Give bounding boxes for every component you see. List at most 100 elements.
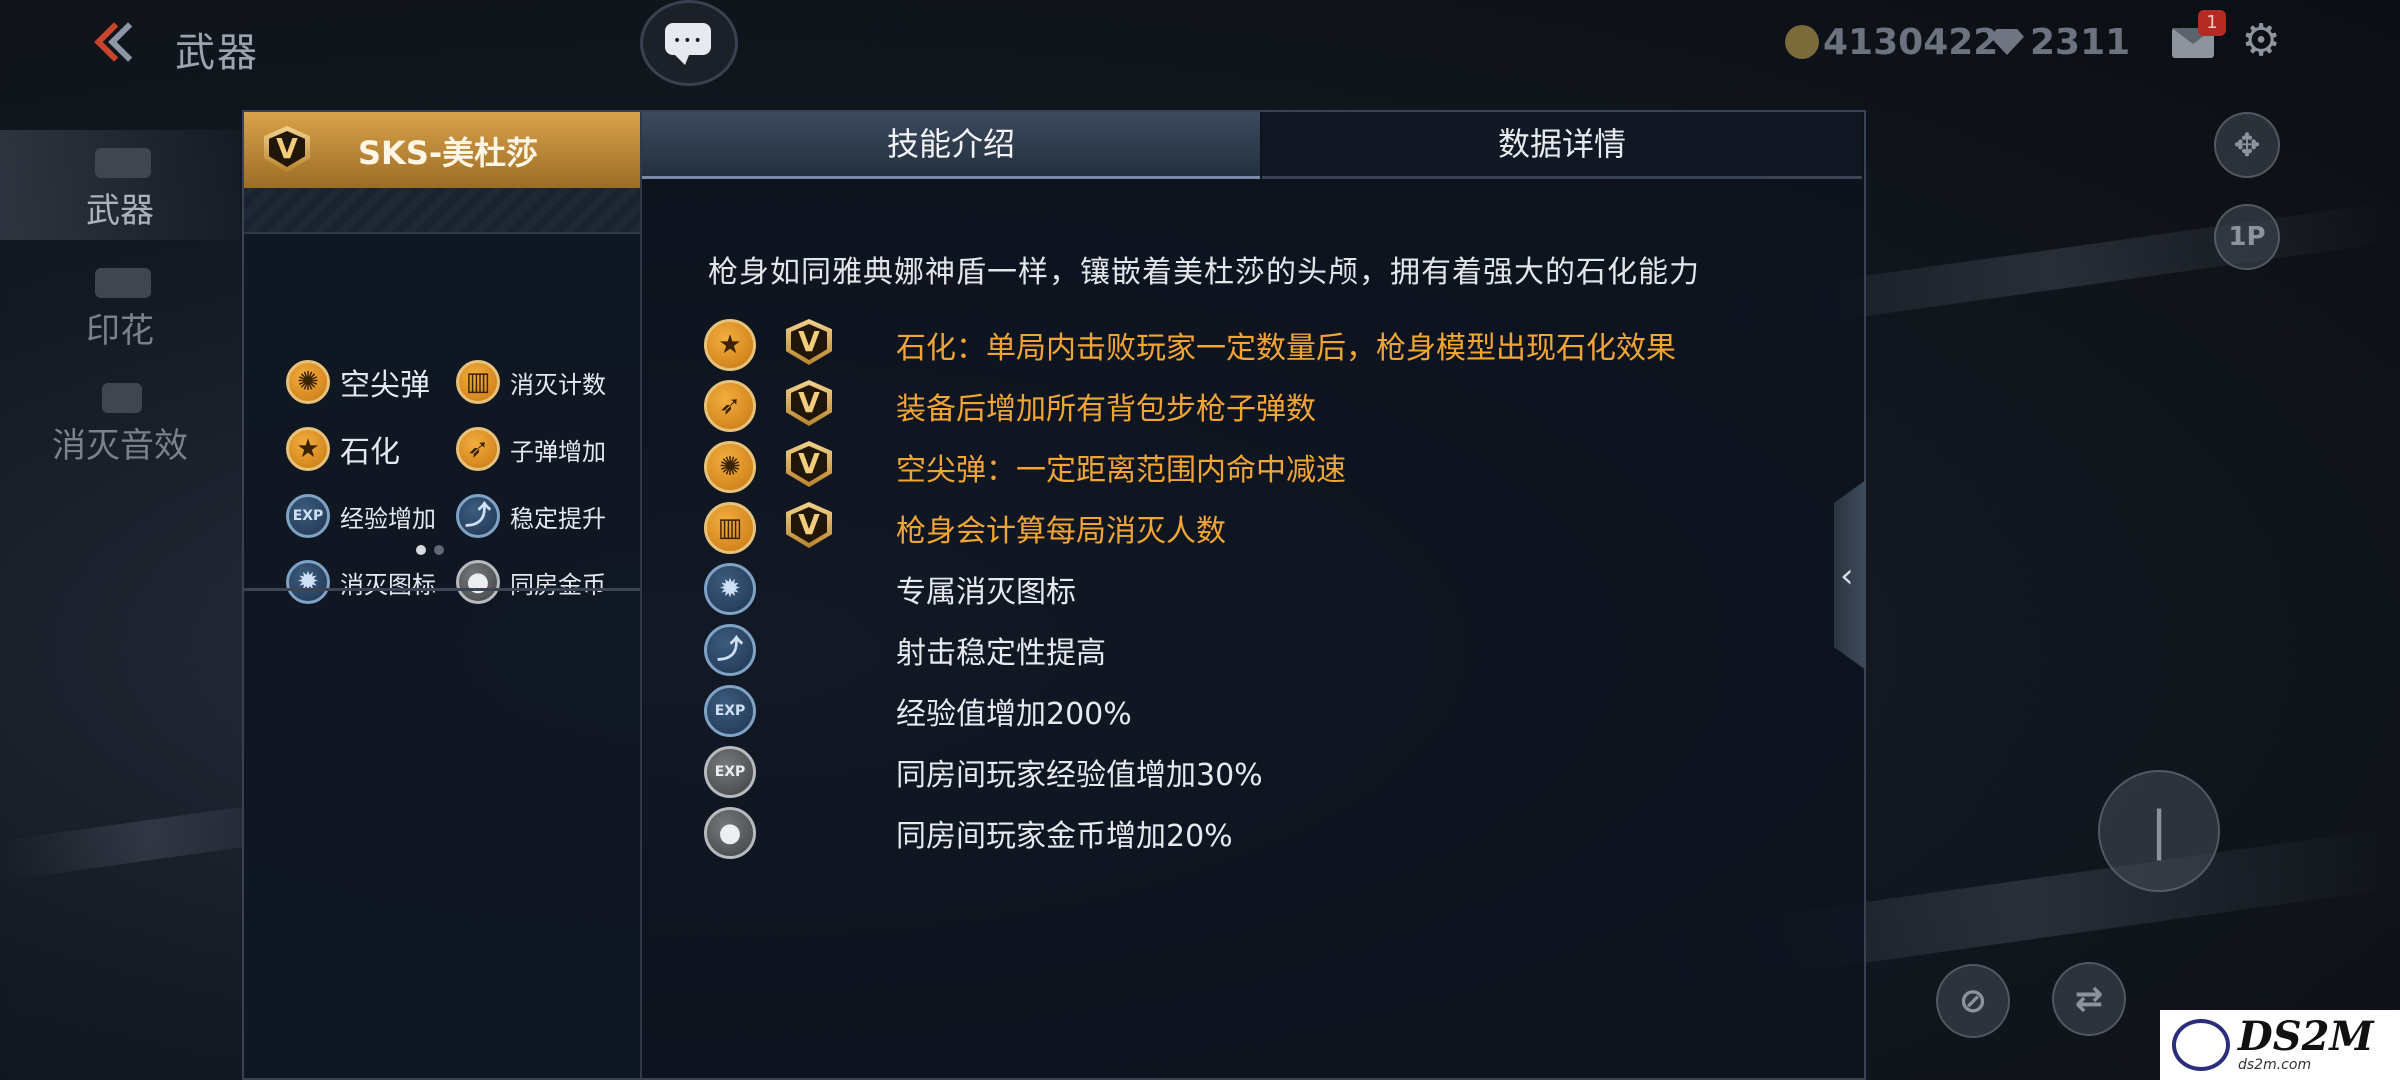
gamepad-button[interactable]: ✥ [2214, 112, 2280, 178]
trait-item[interactable]: EXP 经验增加 [286, 494, 436, 538]
skill-text: 空尖弹：一定距离范围内命中减速 [896, 453, 1346, 488]
skill-text: 射击稳定性提高 [896, 636, 1106, 671]
skill-row: ★ V 石化：单局内击败玩家一定数量后，枪身模型出现石化效果 [704, 317, 1676, 373]
bullet-increase-icon: ➶ [456, 427, 500, 471]
pager-dot[interactable] [416, 545, 426, 555]
gold-currency: 4130422 [1785, 20, 1998, 64]
header-stripe [244, 188, 640, 234]
collapse-panel-button[interactable]: ‹ [1834, 480, 1866, 670]
gold-amount: 4130422 [1823, 21, 1999, 63]
mail-badge: 1 [2198, 10, 2226, 36]
tab-data-details[interactable]: 数据详情 [1262, 112, 1862, 179]
watermark-url: ds2m.com [2238, 1057, 2312, 1073]
trait-label: 经验增加 [340, 504, 436, 533]
room-coin-icon: ● [704, 807, 756, 859]
skill-text: 同房间玩家金币增加20% [896, 819, 1233, 854]
skill-text: 专属消灭图标 [896, 575, 1076, 610]
gold-coin-icon [1785, 25, 1819, 59]
weapon-header: V SKS-美杜莎 [244, 112, 640, 188]
kill-icon: ✹ [704, 563, 756, 615]
watermark-text: DS2M [2238, 1013, 2374, 1060]
kill-icon: ✹ [286, 560, 330, 604]
nav-item-sticker[interactable]: 印花 [0, 250, 240, 360]
vip-badge-icon: V [786, 319, 832, 365]
dpad-icon: ✥ [2233, 126, 2261, 164]
trait-item[interactable]: ➶ 子弹增加 [456, 427, 606, 471]
nav-item-weapon[interactable]: 武器 [0, 130, 240, 240]
weapon-name: SKS-美杜莎 [358, 134, 539, 172]
speaker-icon [102, 383, 142, 413]
stability-icon: ⤴ [456, 494, 500, 538]
reload-button[interactable]: ⇄ [2052, 962, 2126, 1036]
kill-counter-icon: ▥ [456, 360, 500, 404]
chat-icon: ••• [665, 23, 711, 65]
trait-pager[interactable] [416, 540, 452, 559]
one-p-button[interactable]: 1P [2214, 204, 2280, 270]
room-exp-icon: EXP [704, 746, 756, 798]
trait-item[interactable]: ▥ 消灭计数 [456, 360, 606, 404]
tab-skill-intro[interactable]: 技能介绍 [642, 112, 1260, 179]
gear-icon[interactable]: ⚙ [2238, 18, 2284, 64]
exp-icon: EXP [704, 685, 756, 737]
gem-currency: 2311 [1990, 20, 2130, 64]
bullet-increase-icon: ➶ [704, 380, 756, 432]
pager-dot[interactable] [434, 545, 444, 555]
nav-label: 印花 [86, 311, 154, 351]
back-button[interactable] [88, 22, 148, 68]
star-icon: ★ [286, 427, 330, 471]
trait-item[interactable]: ● 同房金币 [456, 560, 606, 604]
skill-text: 同房间玩家经验值增加30% [896, 758, 1263, 793]
detail-tabs: 技能介绍 数据详情 [642, 112, 1864, 179]
skill-text: 石化：单局内击败玩家一定数量后，枪身模型出现石化效果 [896, 331, 1676, 366]
watermark: DS2M ds2m.com [2160, 1010, 2400, 1080]
skill-row: EXP 经验值增加200% [704, 683, 1132, 739]
gun-icon [95, 148, 151, 178]
vip-badge-icon: V [786, 380, 832, 426]
trait-item[interactable]: ★ 石化 [286, 427, 400, 471]
page-title: 武器 [175, 30, 259, 76]
trait-item[interactable]: ⤴ 稳定提升 [456, 494, 606, 538]
vip-badge-icon: V [786, 441, 832, 487]
room-coin-icon: ● [456, 560, 500, 604]
watermark-logo-icon [2172, 1019, 2230, 1071]
trait-item[interactable]: ✺ 空尖弹 [286, 360, 430, 404]
gem-amount: 2311 [2030, 21, 2131, 63]
vip-badge-icon: V [264, 126, 310, 172]
vip-badge-icon: V [786, 502, 832, 548]
skill-row: ✺ V 空尖弹：一定距离范围内命中减速 [704, 439, 1346, 495]
skill-text: 枪身会计算每局消灭人数 [896, 514, 1226, 549]
exp-icon: EXP [286, 494, 330, 538]
skill-row: ● 同房间玩家金币增加20% [704, 805, 1233, 861]
skill-row: EXP 同房间玩家经验值增加30% [704, 744, 1263, 800]
trait-label: 子弹增加 [510, 437, 606, 466]
nav-item-kill-sound[interactable]: 消灭音效 [0, 365, 240, 475]
skill-row: ➶ V 装备后增加所有背包步枪子弹数 [704, 378, 1316, 434]
kill-counter-icon: ▥ [704, 502, 756, 554]
stability-icon: ⤴ [704, 624, 756, 676]
swap-weapon-icon: ⊘ [1958, 981, 1988, 1021]
weapon-swap-button[interactable]: ⊘ [1936, 964, 2010, 1038]
bullet-icon: ❘ [2137, 801, 2181, 861]
chat-button[interactable]: ••• [640, 0, 738, 86]
weapon-summary: V SKS-美杜莎 ✺ 空尖弹 ▥ 消灭计数 ★ 石化 ➶ 子弹增加 EXP 经… [244, 112, 642, 1078]
trait-label: 石化 [340, 435, 400, 470]
hollow-point-icon: ✺ [286, 360, 330, 404]
skill-row: ▥ V 枪身会计算每局消灭人数 [704, 500, 1226, 556]
weapon-description: 枪身如同雅典娜神盾一样，镶嵌着美杜莎的头颅，拥有着强大的石化能力 [708, 255, 1700, 290]
skill-row: ✹ 专属消灭图标 [704, 561, 1076, 617]
top-bar: 武器 ••• 4130422 2311 1 ⚙ [0, 0, 2400, 95]
one-p-label: 1P [2228, 222, 2266, 252]
trait-item[interactable]: ✹ 消灭图标 [286, 560, 436, 604]
diamond-icon [1990, 29, 2024, 55]
trait-label: 同房金币 [510, 570, 606, 599]
hollow-point-icon: ✺ [704, 441, 756, 493]
fire-button[interactable]: ❘ [2098, 770, 2220, 892]
nav-label: 武器 [86, 191, 154, 231]
skill-text: 经验值增加200% [896, 697, 1132, 732]
sticker-icon [95, 268, 151, 298]
trait-label: 消灭计数 [510, 370, 606, 399]
skill-row: ⤴ 射击稳定性提高 [704, 622, 1106, 678]
star-icon: ★ [704, 319, 756, 371]
trait-label: 消灭图标 [340, 570, 436, 599]
trait-label: 稳定提升 [510, 504, 606, 533]
